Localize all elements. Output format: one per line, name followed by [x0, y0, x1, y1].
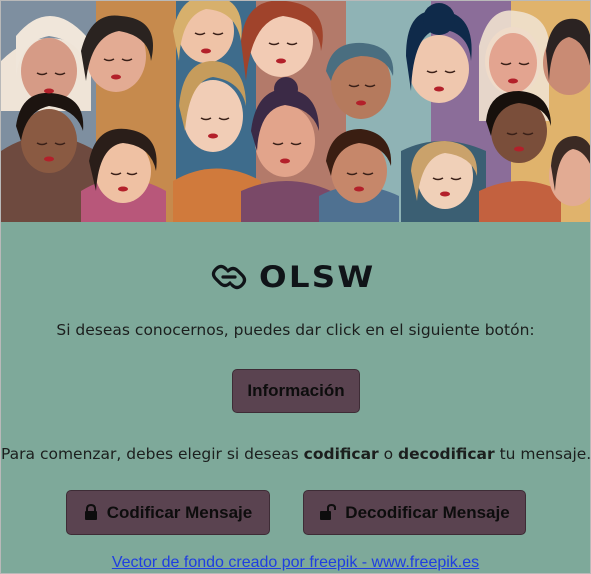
instructions-decode-word: decodificar [398, 445, 495, 463]
lock-icon [84, 504, 97, 520]
encode-button-label: Codificar Mensaje [106, 502, 253, 522]
instructions-text: Para comenzar, debes elegir si deseas co… [1, 444, 590, 464]
instructions-encode-word: codificar [303, 445, 379, 463]
info-button-label: Información [247, 381, 345, 400]
hero-illustration [1, 1, 590, 222]
decode-button-label: Decodificar Mensaje [345, 502, 510, 522]
decode-message-button[interactable]: Decodificar Mensaje [303, 490, 526, 535]
info-button[interactable]: Información [232, 369, 360, 413]
page-frame: OLSW Si deseas conocernos, puedes dar cl… [0, 0, 591, 574]
instructions-part1: Para comenzar, debes elegir si deseas [1, 445, 304, 463]
brand-logo: OLSW [211, 260, 373, 294]
content-panel: OLSW Si deseas conocernos, puedes dar cl… [1, 222, 590, 573]
unlock-icon [320, 504, 337, 520]
chain-link-icon [211, 264, 247, 290]
brand-name: OLSW [259, 260, 376, 294]
intro-text: Si deseas conocernos, puedes dar click e… [56, 321, 535, 339]
encode-message-button[interactable]: Codificar Mensaje [66, 490, 270, 535]
freepik-credit-link[interactable]: Vector de fondo creado por freepik - www… [112, 554, 479, 571]
instructions-part2: o [378, 445, 399, 463]
freepik-credit: Vector de fondo creado por freepik - www… [1, 553, 590, 573]
instructions-part3: tu mensaje. [494, 445, 591, 463]
